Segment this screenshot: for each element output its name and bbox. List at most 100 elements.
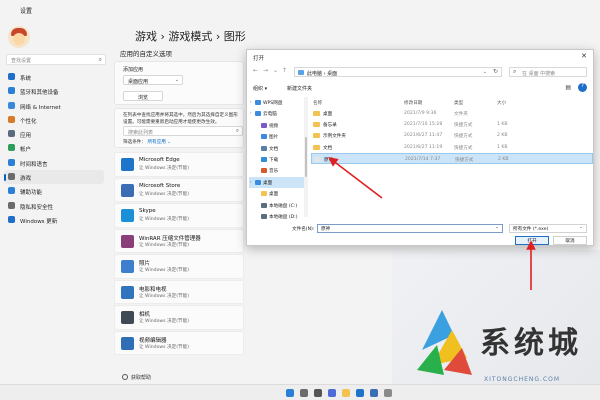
app-name: 电影和电视 — [139, 286, 167, 293]
nav-item[interactable]: 帐户 — [0, 141, 108, 155]
file-row[interactable]: 原神 2021/7/14 7:37 快捷方式 2 KB — [311, 152, 593, 164]
nav-item[interactable]: 应用 — [0, 127, 108, 141]
search-icon[interactable] — [300, 389, 308, 397]
tree-node[interactable]: 图片 — [249, 131, 304, 142]
file-type: 快捷方式 — [454, 145, 473, 151]
tree-node-icon — [255, 179, 261, 185]
expand-chevron-icon[interactable]: › — [250, 110, 252, 115]
file-size: 2 KB — [498, 156, 509, 162]
refresh-icon[interactable]: ↻ — [493, 68, 498, 75]
tree-node-icon — [261, 122, 267, 128]
navigation-tree: › WPS网盘 › 云电脑 视频 图片 文档 下载 音乐 › 桌面 桌面 本地磁盘 (C:) 本地磁盘 (… — [249, 97, 305, 220]
edge-icon[interactable] — [356, 389, 364, 397]
tree-node[interactable]: 桌面 — [249, 188, 304, 199]
widgets-icon[interactable] — [328, 389, 336, 397]
up-arrow-icon[interactable]: ↑ — [282, 67, 287, 74]
app-list-item[interactable]: Microsoft Edge 让 Windows 决定(节能) — [114, 152, 244, 177]
app-list-item[interactable]: Microsoft Store 让 Windows 决定(节能) — [114, 177, 244, 202]
find-app-card: 在列表中查找应用并将其选中，然后为其选择自定义图形设置。可能需要重新启动应用才能… — [114, 108, 244, 148]
app-type-select[interactable]: 桌面应用 ⌄ — [123, 75, 183, 85]
file-row[interactable]: 文档 2021/6/27 11:19 快捷方式 1 KB — [311, 142, 593, 153]
chevron-down-icon[interactable]: ⌄ — [495, 225, 499, 230]
tree-node[interactable]: › 桌面 — [249, 176, 304, 189]
app-name: WinRAR 压缩文件管理器 — [139, 235, 201, 242]
nav-item[interactable]: 蓝牙和其他设备 — [0, 84, 108, 98]
expand-chevron-icon[interactable]: › — [250, 179, 252, 184]
open-button[interactable]: 打开 — [515, 236, 549, 245]
file-row[interactable]: 桌面 2021/7/9 9:36 文件夹 — [311, 108, 593, 119]
app-icon — [121, 234, 134, 248]
add-app-card: 添加应用 桌面应用 ⌄ 浏览 — [114, 61, 244, 105]
scrollbar-thumb[interactable] — [305, 137, 307, 177]
tree-node-icon — [261, 202, 267, 208]
filter-dropdown[interactable]: 所有应用 ⌄ — [147, 140, 171, 145]
file-size: 1 KB — [497, 144, 508, 150]
desktop-background — [392, 250, 600, 384]
file-name: 原神 — [324, 157, 334, 163]
nav-item[interactable]: 时间和语言 — [0, 156, 108, 170]
app-name: Skype — [139, 208, 156, 214]
nav-item[interactable]: 游戏 — [4, 170, 104, 185]
dialog-search-input[interactable]: ⌕ 在 桌面 中搜索 — [509, 67, 587, 77]
tree-scrollbar[interactable] — [304, 97, 308, 217]
back-arrow-icon[interactable]: ← — [253, 67, 258, 74]
organize-menu[interactable]: 组织 ▾ — [253, 85, 267, 92]
column-date[interactable]: 修改日期 — [404, 100, 422, 106]
nav-item[interactable]: 隐私和安全性 — [0, 199, 108, 213]
tree-node[interactable]: 下载 — [249, 154, 304, 165]
chevron-down-icon[interactable]: ⌄ — [483, 69, 487, 75]
app-list-item[interactable]: 相机让 Windows 决定(节能) — [114, 305, 244, 330]
settings-search-input[interactable]: 查找设置 ⌕ — [6, 54, 106, 65]
start-icon[interactable] — [286, 389, 294, 397]
app-list-item[interactable]: 照片让 Windows 决定(节能) — [114, 254, 244, 279]
tree-node[interactable]: 文档 — [249, 143, 304, 154]
file-type: 快捷方式 — [454, 123, 473, 129]
nav-item[interactable]: 网络 & Internet — [0, 99, 108, 113]
task-view-icon[interactable] — [314, 389, 322, 397]
help-icon[interactable]: ? — [578, 83, 587, 92]
app-list-item[interactable]: Skype 让 Windows 决定(节能) — [114, 203, 244, 228]
get-help-link[interactable]: 获取帮助 — [122, 374, 151, 381]
nav-item-icon — [8, 73, 15, 80]
nav-item[interactable]: Windows 更新 — [0, 213, 108, 227]
nav-item[interactable]: 系统 — [0, 70, 108, 84]
nav-item[interactable]: 个性化 — [0, 113, 108, 127]
file-row[interactable]: 示例文件夹 2021/6/27 11:47 快捷方式 2 KB — [311, 130, 593, 141]
view-options-icon[interactable]: ▤ — [565, 84, 571, 91]
tree-node[interactable]: 音乐 — [249, 165, 304, 176]
tree-node[interactable]: 本地磁盘 (C:) — [249, 200, 304, 211]
app-preference: 让 Windows 决定(节能) — [139, 268, 189, 273]
nav-item[interactable]: 辅助功能 — [0, 184, 108, 198]
cancel-button[interactable]: 取消 — [553, 236, 587, 245]
filetype-select[interactable]: 所有文件 (*.exe) ⌄ — [509, 224, 587, 233]
recent-chevron-icon[interactable]: ⌄ — [273, 67, 278, 74]
column-type[interactable]: 类型 — [454, 100, 463, 106]
file-icon — [313, 111, 320, 116]
store-icon[interactable] — [370, 389, 378, 397]
browse-button[interactable]: 浏览 — [123, 91, 163, 101]
app-list-item[interactable]: WinRAR 压缩文件管理器让 Windows 决定(节能) — [114, 228, 244, 253]
app-list-search-input[interactable]: 搜索此列表 ⌕ — [123, 126, 243, 136]
settings-gear-icon[interactable] — [384, 389, 392, 397]
avatar[interactable] — [8, 26, 30, 48]
app-list-item[interactable]: 视频编辑器让 Windows 决定(节能) — [114, 330, 244, 355]
file-date: 2021/6/27 11:47 — [404, 133, 443, 139]
column-size[interactable]: 大小 — [497, 100, 506, 106]
app-list-item[interactable]: 电影和电视让 Windows 决定(节能) — [114, 279, 244, 304]
column-name[interactable]: 名称 — [313, 100, 322, 106]
forward-arrow-icon[interactable]: → — [263, 67, 268, 74]
new-folder-button[interactable]: 新建文件夹 — [287, 85, 312, 92]
expand-chevron-icon[interactable]: › — [250, 99, 252, 104]
file-row[interactable]: 备忘录 2021/7/10 15:28 快捷方式 1 KB — [311, 119, 593, 130]
file-type: 快捷方式 — [454, 134, 473, 140]
tree-node[interactable]: 本地磁盘 (D:) — [249, 211, 304, 222]
tree-node[interactable]: › WPS网盘 — [249, 97, 304, 108]
nav-item-icon — [8, 130, 15, 138]
address-bar[interactable]: 此电脑 › 桌面 ⌄ ↻ — [294, 67, 502, 77]
close-icon[interactable]: ✕ — [581, 52, 587, 60]
file-explorer-icon[interactable] — [342, 389, 350, 397]
tree-node[interactable]: › 云电脑 — [249, 108, 304, 119]
tree-node[interactable]: 视频 — [249, 120, 304, 131]
filename-input[interactable]: 原神 ⌄ — [317, 224, 503, 233]
filter-row: 筛选条件： 所有应用 ⌄ — [123, 139, 171, 145]
